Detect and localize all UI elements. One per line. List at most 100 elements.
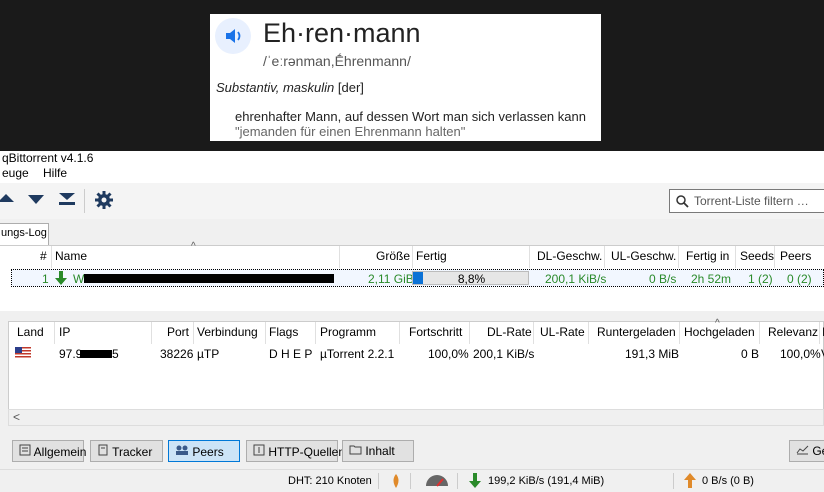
peer-flags: D H E P <box>269 347 313 361</box>
col-header-dl-speed[interactable]: DL-Geschw. <box>537 249 602 263</box>
torrent-name: W <box>73 272 85 286</box>
tab-speed-graph[interactable]: Ge <box>789 440 824 462</box>
menu-help[interactable]: Hilfe <box>43 166 67 180</box>
us-flag-icon <box>15 347 31 361</box>
tab-general-label: Allgemein <box>33 445 87 459</box>
col-header-relevance[interactable]: Relevanz <box>768 325 818 339</box>
column-divider <box>604 246 605 268</box>
tab-peers-label: Peers <box>192 445 224 459</box>
horizontal-scrollbar[interactable]: < <box>8 409 824 426</box>
col-header-dl-rate[interactable]: DL-Rate <box>487 325 532 339</box>
move-up-icon[interactable] <box>0 191 14 208</box>
column-divider <box>412 246 413 268</box>
peer-relevance: 100,0% <box>780 347 821 361</box>
column-divider <box>193 322 194 344</box>
col-header-flags[interactable]: Flags <box>269 325 298 339</box>
status-separator <box>378 473 379 489</box>
torrent-peers: 0 (2) <box>787 272 812 286</box>
col-header-country[interactable]: Land <box>17 325 44 339</box>
window-title: qBittorrent v4.1.6 <box>2 151 94 165</box>
dht-status: DHT: 210 Knoten <box>288 475 372 487</box>
peer-progress: 100,0% <box>428 347 469 361</box>
progress-text: 8,8% <box>457 272 486 286</box>
tab-speed-graph-label: Ge <box>812 444 824 458</box>
move-bottom-icon[interactable] <box>59 192 75 209</box>
column-divider <box>265 322 266 344</box>
top-tabs: ungs-Log <box>0 221 824 245</box>
tab-http-sources[interactable]: HTTP-Quellen <box>246 440 345 462</box>
column-divider <box>819 322 820 344</box>
peer-ip-prefix: 97.9 <box>59 347 83 361</box>
dictionary-phonetic: /ˈeːrənman,Ḗhrenmann/ <box>263 53 411 69</box>
col-header-name[interactable]: Name <box>55 249 87 263</box>
torrent-size: 2,11 GiB <box>368 272 414 286</box>
col-header-downloaded[interactable]: Runtergeladen <box>597 325 676 339</box>
col-header-peers[interactable]: Peers <box>780 249 811 263</box>
column-divider <box>678 246 679 268</box>
http-icon <box>253 444 268 459</box>
column-divider <box>54 322 55 344</box>
upload-arrow-icon <box>684 473 696 491</box>
downloading-arrow-icon <box>55 271 67 288</box>
status-separator <box>410 473 411 489</box>
col-header-seeds[interactable]: Seeds <box>740 249 774 263</box>
col-header-ul-rate[interactable]: UL-Rate <box>540 325 585 339</box>
torrent-filter-input[interactable]: Torrent-Liste filtern … <box>669 189 824 213</box>
download-arrow-icon <box>469 473 481 491</box>
torrent-row[interactable]: 1 W 2,11 GiB 8,8% 200,1 KiB/s 0 B/s 2h 5… <box>11 269 824 287</box>
torrent-list: # Name ^ Größe Fertig DL-Geschw. UL-Gesc… <box>0 241 824 311</box>
properties-tabs: Allgemein Tracker Peers HTTP-Quellen Inh… <box>0 440 824 464</box>
tab-content[interactable]: Inhalt <box>342 440 414 462</box>
column-divider <box>469 322 470 344</box>
col-header-progress[interactable]: Fertig <box>416 249 447 263</box>
connection-status-icon[interactable] <box>391 474 401 491</box>
download-status[interactable]: 199,2 KiB/s (191,4 MiB) <box>488 475 604 487</box>
menu-tools[interactable]: euge <box>2 166 29 180</box>
col-header-port[interactable]: Port <box>167 325 189 339</box>
status-separator <box>673 473 674 489</box>
tab-tracker[interactable]: Tracker <box>90 440 163 462</box>
column-divider <box>774 246 775 268</box>
dictionary-definition: ehrenhafter Mann, auf dessen Wort man si… <box>235 109 586 124</box>
peers-list: Land IP Port Verbindung Flags Programm F… <box>8 318 824 411</box>
move-down-icon[interactable] <box>28 193 44 209</box>
speaker-icon[interactable] <box>215 18 251 54</box>
dictionary-card: Eh·ren·mann /ˈeːrənman,Ḗhrenmann/ Substa… <box>210 14 601 141</box>
col-header-size[interactable]: Größe <box>376 249 410 263</box>
peer-row[interactable]: 97.9 5 38226 µTP D H E P µTorrent 2.2.1 … <box>9 344 824 362</box>
torrent-progress-bar: 8,8% <box>412 271 529 286</box>
col-header-client[interactable]: Programm <box>320 325 376 339</box>
peer-uploaded: 0 B <box>741 347 760 361</box>
folder-icon <box>349 444 365 458</box>
col-header-connection[interactable]: Verbindung <box>197 325 258 339</box>
speed-limit-icon[interactable] <box>425 475 449 490</box>
sort-arrow-icon: ^ <box>715 318 720 329</box>
gear-icon[interactable] <box>95 191 113 212</box>
col-header-eta[interactable]: Fertig in <box>686 249 729 263</box>
column-divider <box>315 322 316 344</box>
column-divider <box>588 322 589 344</box>
article-label: [der] <box>337 80 364 95</box>
torrent-num: 1 <box>42 272 49 286</box>
peer-dl-rate: 200,1 KiB/s <box>473 347 535 361</box>
col-header-progress[interactable]: Fortschritt <box>409 325 462 339</box>
title-bar: qBittorrent v4.1.6 <box>0 151 824 165</box>
dictionary-part-of-speech: Substantiv, maskulin [der] <box>216 80 364 95</box>
torrent-eta: 2h 52m <box>691 272 732 286</box>
tab-execution-log[interactable]: ungs-Log <box>0 223 49 245</box>
col-header-ul-speed[interactable]: UL-Geschw. <box>611 249 676 263</box>
scroll-left-icon[interactable]: < <box>13 410 20 424</box>
pos-label: Substantiv, maskulin <box>216 80 335 95</box>
col-header-ip[interactable]: IP <box>59 325 70 339</box>
column-divider <box>533 322 534 344</box>
tab-tracker-label: Tracker <box>112 445 153 459</box>
column-divider <box>339 246 340 268</box>
toolbar: Torrent-Liste filtern … <box>0 183 824 219</box>
redacted-ip <box>80 350 112 358</box>
col-header-num[interactable]: # <box>40 249 47 263</box>
tab-general[interactable]: Allgemein <box>12 440 87 462</box>
upload-status[interactable]: 0 B/s (0 B) <box>702 475 754 487</box>
dictionary-word: Eh·ren·mann <box>263 18 421 48</box>
tab-peers[interactable]: Peers <box>168 440 240 462</box>
filter-placeholder: Torrent-Liste filtern … <box>694 194 809 208</box>
